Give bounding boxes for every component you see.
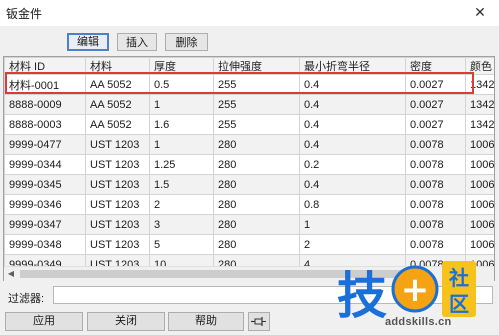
logo-community-char-1: 社 [448,266,469,290]
filter-label: 过滤器: [8,293,45,305]
table-cell: 0.5 [149,74,214,95]
table-cell: 0.4 [299,74,406,95]
table-header-row: 材料 ID 材料 厚度 拉伸强度 最小折弯半径 密度 颜色 [4,57,494,75]
scroll-left-icon[interactable]: ◀ [4,267,18,281]
table-cell: 9999-0346 [4,194,86,215]
table-cell: 10066 [465,134,494,155]
column-header-material[interactable]: 材料 [85,57,150,75]
table-cell: 0.2 [299,154,406,175]
table-cell: 1 [299,214,406,235]
table-cell: 280 [213,194,300,215]
delete-button[interactable]: 删除 [165,33,208,51]
close-button[interactable]: 关闭 [87,312,165,331]
column-header-density[interactable]: 密度 [405,57,466,75]
table-cell: 280 [213,234,300,255]
table-cell: 0.4 [299,174,406,195]
table-cell: 9999-0477 [4,134,86,155]
table-row[interactable]: 9999-0348 UST 1203 5 280 2 0.0078 10066 [4,234,494,255]
column-header-color[interactable]: 颜色 [465,57,494,75]
table-cell: 13421 [465,94,494,115]
table-cell: 1 [149,94,214,115]
table-cell: UST 1203 [85,194,150,215]
table-cell: UST 1203 [85,234,150,255]
table-row[interactable]: 9999-0477 UST 1203 1 280 0.4 0.0078 1006… [4,134,494,155]
help-button[interactable]: 帮助 [168,312,244,331]
edit-button[interactable]: 编辑 [67,33,109,51]
table-cell: 0.0078 [405,154,466,175]
table-cell: 2 [149,194,214,215]
table-cell: 0.4 [299,134,406,155]
table-row-selected[interactable]: 材料-0001 AA 5052 0.5 255 0.4 0.0027 13421 [4,74,494,95]
table-cell: 0.0078 [405,214,466,235]
pin-icon[interactable] [248,312,270,331]
column-header-material-id[interactable]: 材料 ID [4,57,86,75]
column-header-tensile-strength[interactable]: 拉伸强度 [213,57,300,75]
table-cell: 10066 [465,234,494,255]
table-cell: 255 [213,94,300,115]
table-cell: 0.0078 [405,234,466,255]
table-row[interactable]: 9999-0344 UST 1203 1.25 280 0.2 0.0078 1… [4,154,494,175]
table-row[interactable]: 9999-0345 UST 1203 1.5 280 0.4 0.0078 10… [4,174,494,195]
table-cell: UST 1203 [85,214,150,235]
table-cell: 3 [149,214,214,235]
table-cell: 10066 [465,174,494,195]
table-cell: 1.5 [149,174,214,195]
logo-community-char-2: 区 [449,292,469,316]
table-cell: UST 1203 [85,134,150,155]
table-row[interactable]: 9999-0346 UST 1203 2 280 0.8 0.0078 1006… [4,194,494,215]
table-cell: 0.4 [299,94,406,115]
table-cell: 1 [149,134,214,155]
table-cell: 9999-0344 [4,154,86,175]
table-cell: 13421 [465,74,494,95]
table-cell: 8888-0009 [4,94,86,115]
apply-button[interactable]: 应用 [5,312,83,331]
window-title: 钣金件 [6,7,43,21]
table-cell: 0.0027 [405,114,466,135]
table-row[interactable]: 8888-0003 AA 5052 1.6 255 0.4 0.0027 134… [4,114,494,135]
table-cell: 0.8 [299,194,406,215]
table-cell: 255 [213,74,300,95]
table-row[interactable]: 9999-0347 UST 1203 3 280 1 0.0078 10066 [4,214,494,235]
table-cell: 0.0078 [405,174,466,195]
table-cell: 0.0078 [405,194,466,215]
table-cell: 280 [213,174,300,195]
table-row[interactable]: 8888-0009 AA 5052 1 255 0.4 0.0027 13421 [4,94,494,115]
table-cell: 1.25 [149,154,214,175]
table-cell: 0.4 [299,114,406,135]
materials-table[interactable]: 材料 ID 材料 厚度 拉伸强度 最小折弯半径 密度 颜色 材料-0001 AA… [3,56,495,281]
table-cell: UST 1203 [85,174,150,195]
table-cell: UST 1203 [85,154,150,175]
table-cell: AA 5052 [85,114,150,135]
table-cell: 材料-0001 [4,74,86,95]
table-cell: 9999-0345 [4,174,86,195]
table-cell: 280 [213,154,300,175]
column-header-min-bend-radius[interactable]: 最小折弯半径 [299,57,406,75]
title-bar: 钣金件 ✕ [0,0,499,26]
table-cell: 9999-0348 [4,234,86,255]
table-cell: 10066 [465,214,494,235]
table-cell: AA 5052 [85,94,150,115]
table-cell: AA 5052 [85,74,150,95]
logo-plus-char: + [401,270,430,310]
table-cell: 0.0027 [405,74,466,95]
close-icon[interactable]: ✕ [471,3,489,21]
table-cell: 9999-0347 [4,214,86,235]
table-cell: 280 [213,134,300,155]
table-cell: 255 [213,114,300,135]
table-cell: 0.0078 [405,134,466,155]
column-header-thickness[interactable]: 厚度 [149,57,214,75]
table-cell: 13421 [465,114,494,135]
table-cell: 10066 [465,194,494,215]
table-cell: 1.6 [149,114,214,135]
table-cell: 5 [149,234,214,255]
table-cell: 2 [299,234,406,255]
insert-button[interactable]: 插入 [117,33,157,51]
table-cell: 0.0027 [405,94,466,115]
watermark-url: addskills.cn [385,316,452,328]
table-cell: 8888-0003 [4,114,86,135]
table-cell: 10066 [465,154,494,175]
logo-brand-char: 技 [337,267,387,325]
table-cell: 280 [213,214,300,235]
